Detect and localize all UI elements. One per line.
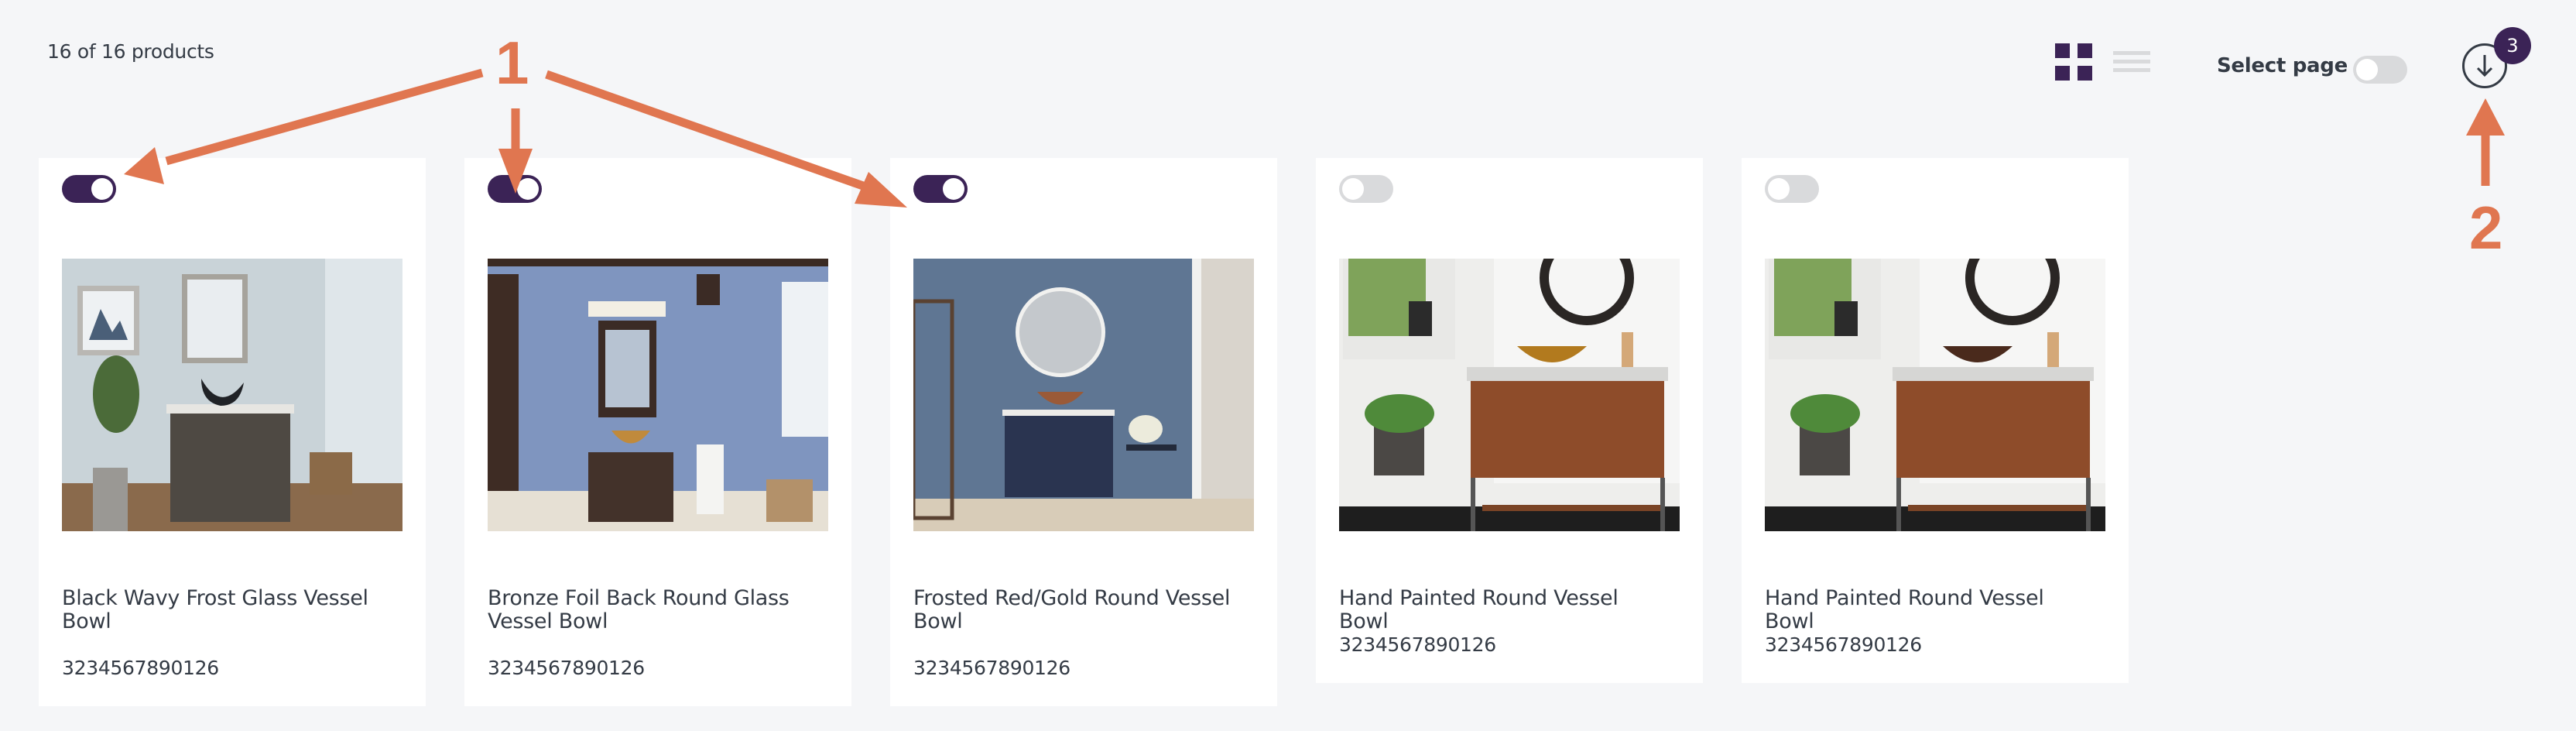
product-title[interactable]: Hand Painted Round Vessel Bowl — [1765, 587, 2090, 633]
list-view-icon-bar — [2113, 51, 2150, 55]
grid-view-icon-cell — [2078, 66, 2092, 81]
product-card[interactable]: Black Wavy Frost Glass Vessel Bowl 32345… — [39, 158, 426, 706]
toggle-knob — [943, 178, 964, 200]
product-image[interactable] — [62, 259, 402, 531]
product-image[interactable] — [1765, 259, 2105, 531]
toggle-knob — [2356, 59, 2378, 81]
product-select-toggle[interactable] — [1765, 175, 1819, 203]
product-sku: 3234567890126 — [1339, 633, 1496, 656]
toggle-knob — [1768, 178, 1790, 200]
product-card[interactable]: Hand Painted Round Vessel Bowl 323456789… — [1742, 158, 2129, 683]
annotation-arrow-left-shaft — [165, 68, 484, 166]
product-image[interactable] — [1339, 259, 1680, 531]
product-title[interactable]: Black Wavy Frost Glass Vessel Bowl — [62, 587, 387, 633]
product-image[interactable] — [913, 259, 1254, 531]
list-view-icon-bar — [2113, 68, 2150, 72]
download-count-badge: 3 — [2494, 27, 2531, 64]
grid-view-icon-cell — [2078, 43, 2092, 58]
product-title[interactable]: Bronze Foil Back Round Glass Vessel Bowl — [488, 587, 813, 633]
grid-view-icon-cell — [2055, 43, 2070, 58]
product-sku: 3234567890126 — [62, 657, 219, 679]
product-title[interactable]: Hand Painted Round Vessel Bowl — [1339, 587, 1664, 633]
annotation-label-2: 2 — [2469, 194, 2503, 262]
select-page-label: Select page — [2217, 54, 2348, 77]
list-view-icon-bar — [2113, 60, 2150, 63]
toggle-knob — [1342, 178, 1364, 200]
product-sku: 3234567890126 — [1765, 633, 1922, 656]
product-card[interactable]: Hand Painted Round Vessel Bowl 323456789… — [1316, 158, 1703, 683]
product-image[interactable] — [488, 259, 828, 531]
product-title[interactable]: Frosted Red/Gold Round Vessel Bowl — [913, 587, 1238, 633]
product-select-toggle[interactable] — [1339, 175, 1393, 203]
product-count: 16 of 16 products — [47, 40, 214, 63]
grid-view-icon-cell — [2055, 66, 2070, 81]
toggle-knob — [517, 178, 539, 200]
product-card[interactable]: Bronze Foil Back Round Glass Vessel Bowl… — [464, 158, 851, 706]
product-select-toggle[interactable] — [488, 175, 542, 203]
grid-view-button[interactable] — [2055, 43, 2092, 81]
toggle-knob — [91, 178, 113, 200]
product-select-toggle[interactable] — [62, 175, 116, 203]
product-select-toggle[interactable] — [913, 175, 968, 203]
product-sku: 3234567890126 — [913, 657, 1070, 679]
list-view-button[interactable] — [2113, 51, 2150, 73]
product-sku: 3234567890126 — [488, 657, 645, 679]
annotation-label-1: 1 — [495, 29, 529, 97]
annotation-arrow-up-head — [2466, 98, 2505, 136]
product-card[interactable]: Frosted Red/Gold Round Vessel Bowl 32345… — [890, 158, 1277, 706]
select-page-toggle[interactable] — [2353, 56, 2407, 84]
